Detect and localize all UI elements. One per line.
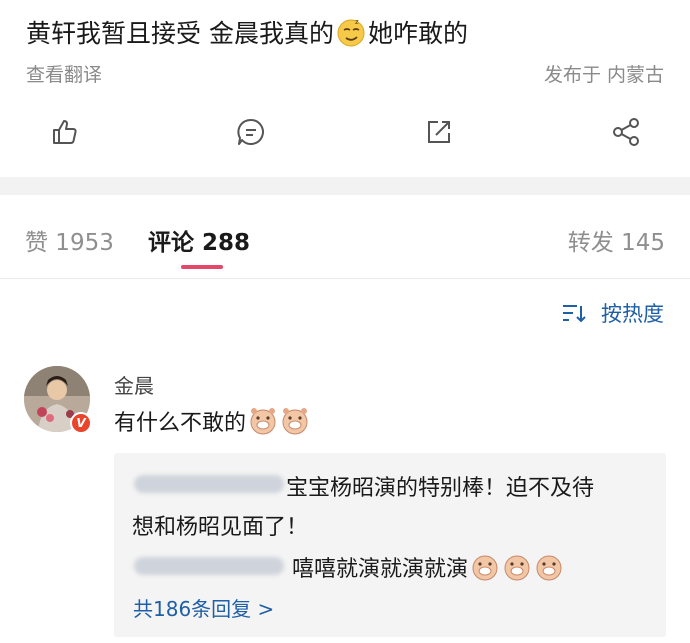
pig-face-emoji [504, 555, 530, 581]
like-icon [53, 120, 77, 144]
tab-comments[interactable]: 评论 288 [148, 223, 250, 257]
repost-button[interactable] [419, 110, 459, 154]
blurred-username [134, 557, 284, 575]
action-bar [0, 110, 690, 158]
like-button[interactable] [44, 110, 84, 154]
comment-author[interactable]: 金晨 [114, 370, 154, 399]
more-replies-link[interactable]: 共186条回复 > [133, 593, 274, 622]
post-location: 发布于 内蒙古 [543, 64, 664, 86]
pig-face-emoji [536, 555, 562, 581]
sort-button[interactable]: 按热度 [561, 298, 664, 328]
pig-face-emoji [282, 408, 308, 435]
comment-button[interactable] [231, 110, 271, 154]
sort-icon [561, 302, 587, 324]
comment-body: 有什么不敢的 [114, 411, 247, 436]
share-button[interactable] [606, 110, 646, 154]
smirk-face-emoji: z [337, 18, 365, 47]
replies-panel[interactable]: 宝宝杨昭演的特别棒！迫不及待 想和杨昭见面了！ 嘻嘻就演就演就演 共186条回复… [114, 453, 666, 637]
svg-text:z: z [355, 18, 359, 26]
active-tab-indicator [181, 265, 223, 269]
reply-2: 嘻嘻就演就演就演 [292, 551, 564, 583]
tab-reposts[interactable]: 转发 145 [568, 223, 665, 257]
comment-icon [237, 118, 264, 145]
tab-likes[interactable]: 赞 1953 [25, 223, 114, 257]
pig-face-emoji [472, 555, 498, 581]
translate-link[interactable]: 查看翻译 [26, 60, 102, 87]
share-icon [613, 118, 639, 146]
reply-2-text: 嘻嘻就演就演就演 [292, 557, 469, 582]
section-divider [0, 177, 690, 195]
reply-1-line1: 宝宝杨昭演的特别棒！迫不及待 [286, 476, 595, 501]
tab-bar: 赞 1953 评论 288 转发 145 [0, 195, 690, 279]
verified-badge: V [70, 412, 92, 434]
reply-1-line2: 想和杨昭见面了！ [132, 515, 309, 540]
post-text-part2: 她咋敢的 [367, 19, 468, 48]
pig-face-emoji [250, 408, 276, 435]
repost-icon [428, 121, 450, 143]
blurred-username [134, 475, 284, 493]
post-text: 黄轩我暂且接受 金晨我真的 z 她咋敢的 [26, 14, 468, 50]
comment-text: 有什么不敢的 [114, 405, 310, 437]
post-text-part1: 黄轩我暂且接受 金晨我真的 [26, 19, 334, 48]
sort-label: 按热度 [601, 302, 664, 326]
